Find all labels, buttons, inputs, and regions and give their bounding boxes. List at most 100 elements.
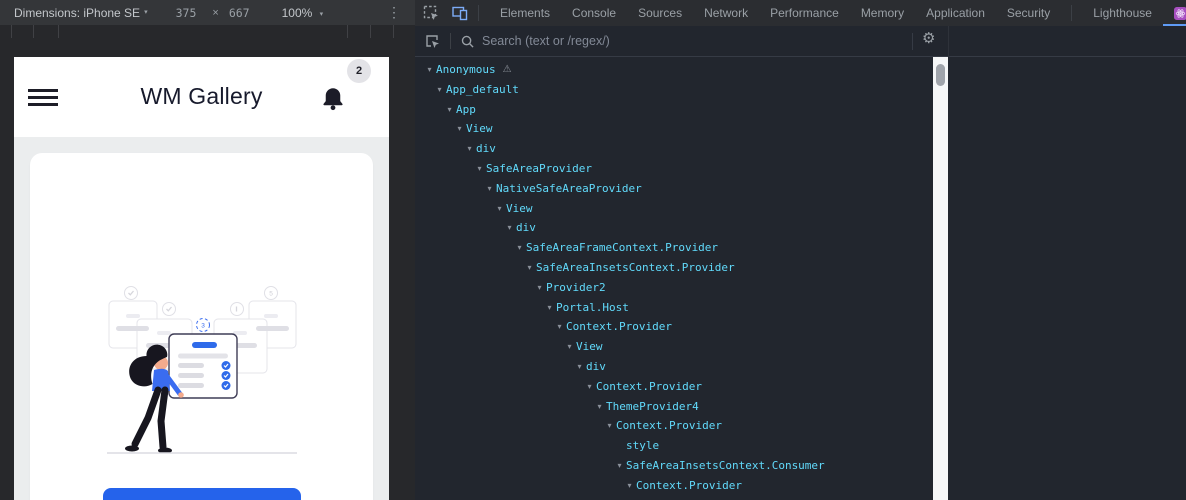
- expander-arrow-icon[interactable]: ▾: [513, 238, 526, 258]
- expander-arrow-icon[interactable]: ▾: [543, 298, 556, 318]
- expander-arrow-icon[interactable]: ▾: [433, 80, 446, 100]
- expander-arrow-icon[interactable]: ▾: [453, 119, 466, 139]
- component-name: App_default: [446, 80, 519, 100]
- tab-console[interactable]: Console: [561, 0, 627, 26]
- component-search: [461, 34, 812, 48]
- tree-node[interactable]: ▾div: [415, 218, 933, 238]
- devtools-panel: ElementsConsoleSourcesNetworkPerformance…: [415, 0, 1186, 500]
- component-name: Context.Provider: [566, 317, 672, 337]
- tab-network[interactable]: Network: [693, 0, 759, 26]
- toolbar-separator: [1071, 5, 1072, 21]
- expander-arrow-icon[interactable]: ▾: [583, 377, 596, 397]
- ruler-tick: [58, 25, 59, 38]
- svg-text:3: 3: [201, 323, 205, 330]
- expander-arrow-icon[interactable]: ▾: [523, 258, 536, 278]
- component-name: View: [466, 119, 493, 139]
- tree-node[interactable]: ▾App_default: [415, 80, 933, 100]
- component-name: View: [506, 199, 533, 219]
- device-toolbar-toggle-icon[interactable]: [452, 5, 468, 21]
- devtools-tabs: ElementsConsoleSourcesNetworkPerformance…: [489, 0, 1186, 26]
- badge-count: 2: [356, 65, 362, 77]
- viewport-width-field[interactable]: 375: [176, 6, 197, 20]
- tree-node[interactable]: ▾SafeAreaFrameContext.Provider: [415, 238, 933, 258]
- expander-arrow-icon[interactable]: ▾: [603, 416, 616, 436]
- expander-arrow-icon[interactable]: ▾: [443, 100, 456, 120]
- expander-arrow-icon[interactable]: ▾: [593, 397, 606, 417]
- component-name: Portal.Host: [556, 298, 629, 318]
- tree-node[interactable]: ▾Portal.Host: [415, 298, 933, 318]
- expander-arrow-icon[interactable]: ▾: [493, 199, 506, 219]
- expander-arrow-icon[interactable]: ▾: [553, 317, 566, 337]
- gear-icon[interactable]: ⚙: [922, 29, 935, 47]
- tree-node[interactable]: ▾Provider2: [415, 278, 933, 298]
- tree-node[interactable]: ▾div: [415, 357, 933, 377]
- component-name: Context.Provider: [636, 476, 742, 496]
- tab-application[interactable]: Application: [915, 0, 996, 26]
- tree-node[interactable]: style: [415, 436, 933, 456]
- tree-node[interactable]: ▾SafeAreaInsetsContext.Consumer: [415, 456, 933, 476]
- tab-memory[interactable]: Memory: [850, 0, 915, 26]
- ruler-tick: [393, 25, 394, 38]
- tree-node[interactable]: ▾View: [415, 199, 933, 219]
- tree-node[interactable]: ▾SafeAreaProvider: [415, 159, 933, 179]
- primary-action-button[interactable]: [103, 488, 301, 500]
- component-name: SafeAreaInsetsContext.Provider: [536, 258, 735, 278]
- ruler-tick: [347, 25, 348, 38]
- expander-arrow-icon[interactable]: ▾: [463, 139, 476, 159]
- component-name: Context.Provider: [596, 377, 702, 397]
- tab-components[interactable]: Components: [1163, 0, 1186, 26]
- notification-bell-icon[interactable]: [320, 85, 346, 112]
- expander-arrow-icon[interactable]: ▾: [573, 357, 586, 377]
- viewport-height-field[interactable]: 667: [229, 6, 250, 20]
- device-type-select[interactable]: Dimensions: iPhone SE: [14, 6, 140, 20]
- tree-node[interactable]: ▾Context.Provider: [415, 377, 933, 397]
- tree-node[interactable]: ▾Context.Provider: [415, 416, 933, 436]
- svg-text:5: 5: [269, 291, 273, 298]
- expander-arrow-icon[interactable]: ▾: [613, 456, 626, 476]
- tab-elements[interactable]: Elements: [489, 0, 561, 26]
- expander-arrow-icon[interactable]: ▾: [423, 60, 436, 80]
- toolbar-separator: [450, 33, 451, 49]
- scrollbar-track[interactable]: [933, 57, 948, 500]
- expander-arrow-icon[interactable]: ▾: [563, 337, 576, 357]
- expander-arrow-icon[interactable]: ▾: [503, 218, 516, 238]
- inspect-component-icon[interactable]: [424, 33, 440, 49]
- component-name: SafeAreaInsetsContext.Consumer: [626, 456, 825, 476]
- component-tree: ▾Anonymous⚠▾App_default▾App▾View▾div▾Saf…: [415, 57, 933, 500]
- tab-lighthouse[interactable]: Lighthouse: [1082, 0, 1163, 26]
- app-body: 5 3: [14, 137, 389, 500]
- tree-node[interactable]: ▾ThemeProvider4: [415, 397, 933, 417]
- expander-arrow-icon[interactable]: ▾: [483, 179, 496, 199]
- pane-divider: [948, 26, 949, 57]
- device-screen: WM Gallery 2: [14, 57, 389, 500]
- tree-node[interactable]: ▾SafeAreaInsetsContext.Provider: [415, 258, 933, 278]
- tree-node[interactable]: ▾div: [415, 139, 933, 159]
- expander-arrow-icon[interactable]: ▾: [473, 159, 486, 179]
- content-card: 5 3: [30, 153, 373, 500]
- chevron-down-icon: ▾: [144, 8, 148, 16]
- tab-security[interactable]: Security: [996, 0, 1061, 26]
- component-name: ThemeProvider4: [606, 397, 699, 417]
- tree-node[interactable]: ▾Context.Provider: [415, 476, 933, 496]
- component-name: Provider2: [546, 278, 606, 298]
- tree-node[interactable]: ▾Context.Provider: [415, 317, 933, 337]
- tree-node[interactable]: ▾View: [415, 119, 933, 139]
- tab-sources[interactable]: Sources: [627, 0, 693, 26]
- scrollbar-thumb[interactable]: [936, 64, 945, 86]
- tree-node[interactable]: ▾App: [415, 100, 933, 120]
- more-options-icon[interactable]: ⋮: [387, 4, 401, 21]
- tree-node[interactable]: ▾View: [415, 337, 933, 357]
- tree-node[interactable]: ▾NativeSafeAreaProvider: [415, 179, 933, 199]
- empty-state-illustration: 5 3: [102, 283, 302, 455]
- expander-arrow-icon[interactable]: ▾: [623, 476, 636, 496]
- tab-performance[interactable]: Performance: [759, 0, 850, 26]
- zoom-select[interactable]: 100% ▾: [282, 6, 324, 20]
- search-input[interactable]: [482, 34, 812, 48]
- tree-node[interactable]: ▾Anonymous⚠: [415, 60, 933, 80]
- zoom-value: 100%: [282, 6, 313, 20]
- component-details-pane: [948, 57, 1186, 500]
- inspect-element-icon[interactable]: [423, 5, 439, 21]
- expander-arrow-icon[interactable]: ▾: [533, 278, 546, 298]
- warning-icon: ⚠: [503, 60, 512, 80]
- device-emulation-toolbar: Dimensions: iPhone SE ▾ 375 × 667 100% ▾…: [0, 0, 415, 25]
